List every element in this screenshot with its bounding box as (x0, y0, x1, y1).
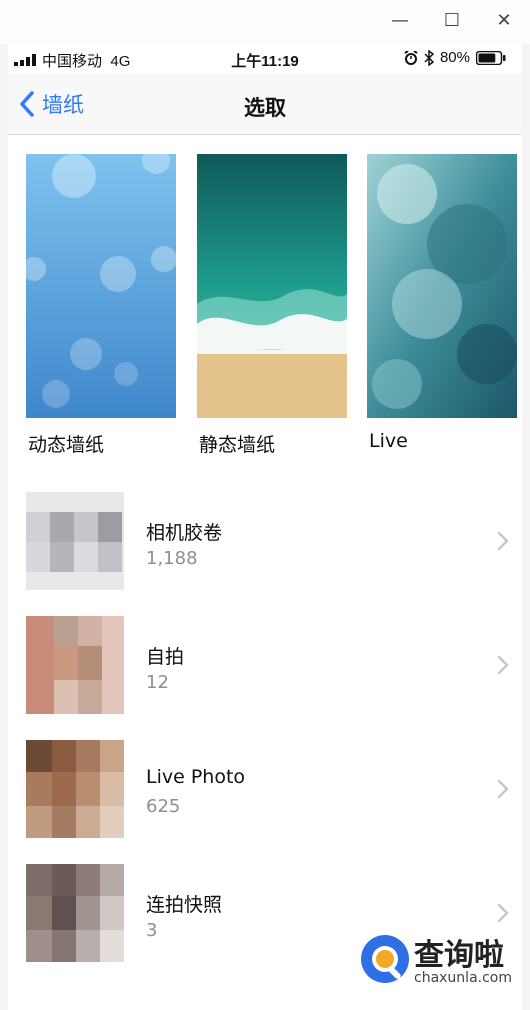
album-name: 相机胶卷 (146, 522, 223, 544)
watermark-subtext: chaxunla.com (414, 970, 512, 986)
album-count: 3 (146, 920, 158, 941)
live-wallpaper-image (367, 154, 517, 418)
album-name: Live Photo (146, 766, 246, 788)
alarm-icon (404, 50, 418, 65)
status-right: 80% (404, 49, 506, 66)
bursts-thumbnail-image (26, 864, 124, 962)
dynamic-wallpaper-thumbnail[interactable] (26, 154, 176, 418)
live-wallpaper-thumbnail[interactable] (367, 154, 517, 418)
battery-icon (476, 50, 506, 65)
dynamic-wallpaper-image (26, 154, 176, 418)
still-wallpaper-label: 静态墙纸 (199, 434, 276, 456)
window-title-bar: — ☐ ✕ (0, 0, 530, 44)
battery-percent: 80% (439, 49, 470, 66)
still-wallpaper-thumbnail[interactable] (197, 154, 347, 418)
album-name: 连拍快照 (146, 894, 223, 916)
dynamic-wallpaper-label: 动态墙纸 (28, 434, 105, 456)
still-wallpaper-image (197, 154, 347, 418)
live-wallpaper-label: Live (369, 430, 408, 452)
close-button[interactable]: ✕ (484, 6, 524, 34)
search-logo-icon (361, 935, 409, 983)
album-thumbnail (26, 740, 124, 838)
live-photo-thumbnail-image (26, 740, 124, 838)
chevron-right-icon (497, 655, 509, 675)
album-thumbnail (26, 492, 124, 590)
album-thumbnail (26, 616, 124, 714)
bluetooth-icon (424, 49, 434, 66)
album-selfies[interactable]: 自拍 12 (8, 608, 522, 732)
watermark-text: 查询啦 (414, 938, 504, 973)
album-count: 12 (146, 672, 169, 693)
wallpaper-categories: 动态墙纸 静态墙纸 Live (8, 154, 522, 464)
album-count: 625 (146, 796, 181, 817)
navigation-bar: 墙纸 选取 (8, 74, 522, 135)
album-count: 1,188 (146, 548, 198, 569)
album-camera-roll[interactable]: 相机胶卷 1,188 (8, 484, 522, 608)
selfies-thumbnail-image (26, 616, 124, 714)
chevron-right-icon (497, 903, 509, 923)
chevron-right-icon (497, 779, 509, 799)
camera-roll-thumbnail-image (26, 492, 124, 590)
status-bar: 中国移动 4G 上午11:19 80% (8, 44, 522, 74)
page-title: 选取 (244, 96, 286, 120)
album-name: 自拍 (146, 646, 185, 668)
watermark-logo: 查询啦 chaxunla.com (352, 924, 522, 996)
album-thumbnail (26, 864, 124, 962)
chevron-right-icon (497, 531, 509, 551)
maximize-button[interactable]: ☐ (432, 6, 472, 34)
minimize-button[interactable]: — (380, 6, 420, 34)
phone-screen: 中国移动 4G 上午11:19 80% 墙纸 选取 动态墙纸 静态墙纸 Live… (8, 44, 522, 1010)
album-live-photo[interactable]: Live Photo 625 (8, 732, 522, 856)
